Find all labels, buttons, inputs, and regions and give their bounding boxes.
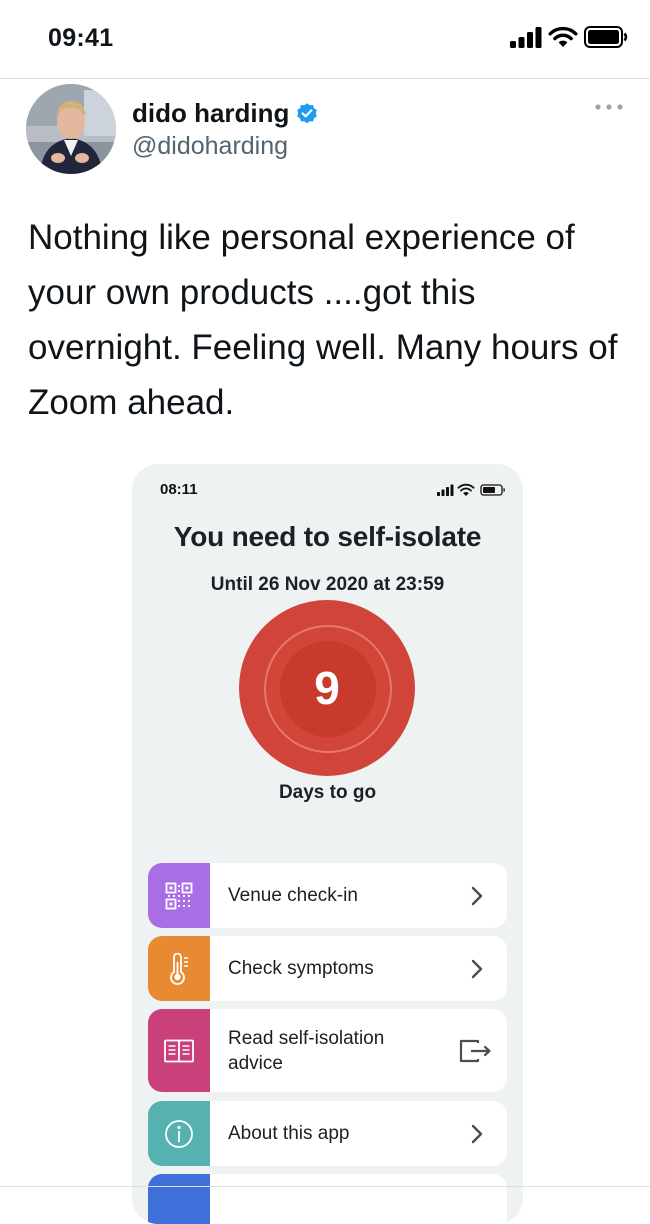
menu-item-about-app[interactable]: About this app xyxy=(148,1101,507,1166)
menu-item-check-symptoms[interactable]: Check symptoms xyxy=(148,936,507,1001)
author-name[interactable]: dido harding xyxy=(132,98,289,129)
days-label: Days to go xyxy=(278,782,377,803)
external-link-icon xyxy=(459,1039,491,1062)
status-time: 09:41 xyxy=(48,24,114,52)
chevron-right-icon xyxy=(471,1124,483,1143)
chevron-right-icon xyxy=(471,886,483,905)
menu-item-self-isolation-advice[interactable]: Read self-isolation advice xyxy=(148,1009,507,1092)
tweet-author: dido harding @didoharding xyxy=(26,84,626,176)
tweet-media-image[interactable]: 08:11 You need to self-isolate Until 26 … xyxy=(132,464,523,1224)
menu-item-label: Venue check-in xyxy=(228,885,358,906)
days-count: 9 xyxy=(314,662,340,714)
avatar[interactable] xyxy=(26,84,116,174)
wifi-icon xyxy=(548,26,578,47)
cellular-signal-icon xyxy=(437,483,505,496)
book-icon xyxy=(164,1039,194,1062)
menu-item-label: About this app xyxy=(228,1123,350,1144)
battery-icon xyxy=(480,484,505,496)
info-icon xyxy=(165,1119,193,1148)
app-status-icons xyxy=(437,483,509,502)
isolation-until: Until 26 Nov 2020 at 23:59 xyxy=(210,574,445,595)
menu-item-venue-check-in[interactable]: Venue check-in xyxy=(148,863,507,928)
menu-item-label: Read self-isolation advice xyxy=(228,1028,385,1074)
countdown-circle: 9 xyxy=(239,600,415,776)
name-row: dido harding xyxy=(132,98,319,129)
status-bar: 09:41 xyxy=(0,0,650,79)
wifi-icon xyxy=(457,483,475,496)
menu-item-label: Check symptoms xyxy=(228,958,374,979)
thermometer-icon xyxy=(170,952,188,985)
tweet-text: Nothing like personal experience of your… xyxy=(28,218,618,422)
verified-badge-icon xyxy=(297,102,318,123)
isolation-title: You need to self-isolate xyxy=(173,521,482,552)
menu-item-partial[interactable] xyxy=(148,1174,507,1224)
cellular-signal-icon xyxy=(510,27,542,48)
author-handle[interactable]: @didoharding xyxy=(132,132,288,161)
more-dots-icon[interactable] xyxy=(594,100,624,114)
chevron-right-icon xyxy=(471,959,483,978)
app-status-time: 08:11 xyxy=(160,481,198,498)
divider xyxy=(0,1186,650,1187)
qr-code-icon xyxy=(165,882,193,909)
battery-icon xyxy=(584,26,628,48)
